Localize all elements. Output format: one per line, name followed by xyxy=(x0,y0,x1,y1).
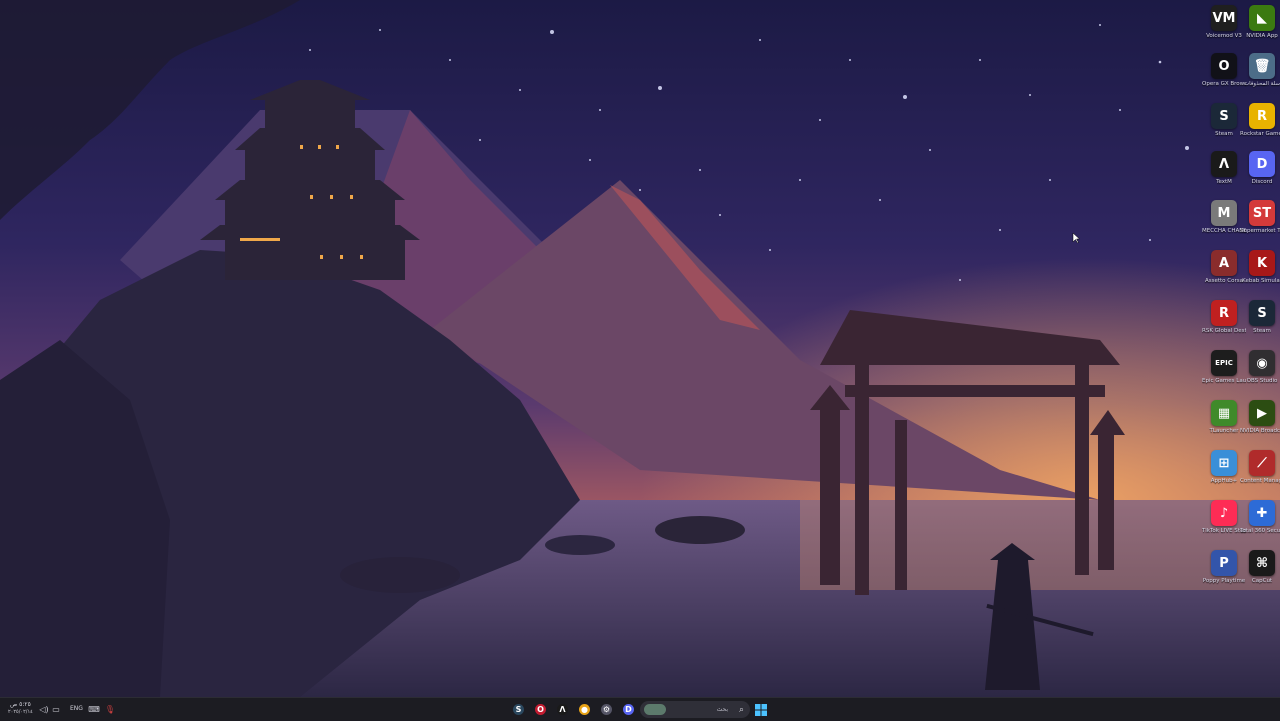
tlauncher-icon: ▦ xyxy=(1211,400,1237,426)
apphub-icon: ⊞ xyxy=(1211,450,1237,476)
tiktok-live-icon: ♪ xyxy=(1211,500,1237,526)
desktop-icon-rsk[interactable]: RRSK Global Destinations xyxy=(1202,300,1246,335)
desktop-icon-steam[interactable]: S Steam xyxy=(1204,103,1244,138)
discord-icon: D xyxy=(1249,151,1275,177)
desktop-icon-label: Discord xyxy=(1251,179,1273,185)
desktop-icon-epic-games[interactable]: EPICEpic Games Launcher xyxy=(1202,350,1246,385)
desktop-icon-label: Steam xyxy=(1253,328,1271,334)
taskbar-app-textm[interactable]: Λ xyxy=(554,701,571,718)
desktop-icon-opera-gx[interactable]: OOpera GX Browser xyxy=(1202,53,1246,88)
windows-icon xyxy=(755,703,767,716)
keyboard-icon[interactable]: ⌨ xyxy=(88,701,100,718)
discord-icon: D xyxy=(623,704,634,715)
desktop-icon-recycle-bin[interactable]: 🗑 سلة المحذوفات xyxy=(1242,53,1280,88)
nvidia-broadcast-icon: ▶ xyxy=(1249,400,1275,426)
gear-icon: ⚙ xyxy=(601,704,612,715)
language-indicator[interactable]: ENG xyxy=(70,705,83,712)
desktop-icon-supermarket-together[interactable]: ST Supermarket Together xyxy=(1240,200,1280,235)
poppy-playtime-icon: P xyxy=(1211,550,1237,576)
desktop-icon-total-security[interactable]: ✚ Total 360 Security xyxy=(1240,500,1280,535)
desktop-icon-label: CapCut xyxy=(1251,578,1273,584)
desktop-icon-label: Rockstar Games xyxy=(1240,131,1280,137)
assetto-corsa-icon: A xyxy=(1211,250,1237,276)
textm-icon: Λ xyxy=(1211,151,1237,177)
opera-icon: O xyxy=(535,704,546,715)
desktop-icon-label: Supermarket Together xyxy=(1240,228,1280,234)
taskbar-app-steam[interactable]: S xyxy=(510,701,527,718)
taskbar-app-chrome[interactable]: ● xyxy=(576,701,593,718)
desktop-icon-label: Content Manager xyxy=(1240,478,1280,484)
desktop-icon-steam[interactable]: S Steam xyxy=(1242,300,1280,335)
taskbar-app-settings[interactable]: ⚙ xyxy=(598,701,615,718)
taskbar-app-discord[interactable]: D xyxy=(620,701,637,718)
desktop-wallpaper xyxy=(0,0,1280,697)
epic-games-icon: EPIC xyxy=(1211,350,1237,376)
opera-gx-icon: O xyxy=(1211,53,1237,79)
desktop-icon-rockstar[interactable]: R Rockstar Games xyxy=(1240,103,1280,138)
desktop-icon-label: OBS Studio xyxy=(1246,378,1278,384)
volume-icon[interactable]: ◁) xyxy=(39,701,48,718)
chrome-icon: ● xyxy=(579,704,590,715)
desktop-icon-label: NVIDIA App xyxy=(1246,33,1278,39)
desktop-icon-label: NVIDIA Broadcast xyxy=(1240,428,1280,434)
steam-icon: S xyxy=(1249,300,1275,326)
microphone-icon[interactable]: 🎙 xyxy=(105,701,115,718)
recycle-bin-icon: 🗑 xyxy=(1249,53,1275,79)
search-placeholder: بحث xyxy=(716,706,728,713)
steam-icon: S xyxy=(513,704,524,715)
search-highlight-image xyxy=(644,704,666,715)
desktop-icon-tiktok-live[interactable]: ♪TikTok LIVE Studio xyxy=(1202,500,1246,535)
desktop-icon-textm[interactable]: Λ TextM xyxy=(1204,151,1244,186)
search-icon: ⌕ xyxy=(738,704,744,715)
desktop-icon-obs[interactable]: ◉ OBS Studio xyxy=(1242,350,1280,385)
rsk-icon: R xyxy=(1211,300,1237,326)
desktop-icon-kebab-simulator[interactable]: K Kebab Simulat xyxy=(1242,250,1280,285)
desktop-icon-tlauncher[interactable]: ▦ TLauncher xyxy=(1204,400,1244,435)
desktop-icon-label: سلة المحذوفات xyxy=(1243,81,1280,87)
meccha-chamber-icon: M xyxy=(1211,200,1237,226)
desktop-icon-nvidia[interactable]: ◣ NVIDIA App xyxy=(1242,5,1280,40)
network-icon[interactable]: ▭ xyxy=(52,701,60,718)
total-security-icon: ✚ xyxy=(1249,500,1275,526)
desktop-icon-label: Kebab Simulat xyxy=(1242,278,1280,284)
textm-icon: Λ xyxy=(557,704,568,715)
voicemod-icon: VM xyxy=(1211,5,1237,31)
desktop-icon-label: Total 360 Security xyxy=(1240,528,1280,534)
desktop-icon-assetto-corsa[interactable]: A Assetto Corsa xyxy=(1204,250,1244,285)
desktop-icon-nvidia-broadcast[interactable]: ▶ NVIDIA Broadcast xyxy=(1240,400,1280,435)
desktop-icon-discord[interactable]: D Discord xyxy=(1242,151,1280,186)
desktop-icon-apphub[interactable]: ⊞ AppHub+ xyxy=(1204,450,1244,485)
clock-date[interactable]: ٢٠٢٥/٠٢/١٤ xyxy=(8,709,33,715)
desktop-icon-capcut[interactable]: ⌘ CapCut xyxy=(1242,550,1280,585)
obs-icon: ◉ xyxy=(1249,350,1275,376)
desktop-icon-voicemod[interactable]: VM Voicemod V3 xyxy=(1204,5,1244,40)
capcut-icon: ⌘ xyxy=(1249,550,1275,576)
desktop-icon-meccha-chamber[interactable]: MMECCHA CHAMBER xyxy=(1202,200,1246,235)
taskbar: ٥:٢٥ ص ٢٠٢٥/٠٢/١٤ ◁) ▭ ENG ⌨ 🎙 S O Λ ● ⚙ D بح… xyxy=(0,697,1280,721)
rockstar-icon: R xyxy=(1249,103,1275,129)
kebab-simulator-icon: K xyxy=(1249,250,1275,276)
taskbar-search-box[interactable]: بحث ⌕ xyxy=(640,701,750,718)
taskbar-app-opera[interactable]: O xyxy=(532,701,549,718)
nvidia-icon: ◣ xyxy=(1249,5,1275,31)
content-manager-icon: ⟋ xyxy=(1249,450,1275,476)
desktop-icon-poppy-playtime[interactable]: P Poppy Playtime xyxy=(1203,550,1245,585)
clock-time[interactable]: ٥:٢٥ ص xyxy=(10,701,31,708)
start-button[interactable] xyxy=(754,701,768,718)
desktop-icon-content-manager[interactable]: ⟋ Content Manager xyxy=(1240,450,1280,485)
supermarket-together-icon: ST xyxy=(1249,200,1275,226)
steam-icon: S xyxy=(1211,103,1237,129)
